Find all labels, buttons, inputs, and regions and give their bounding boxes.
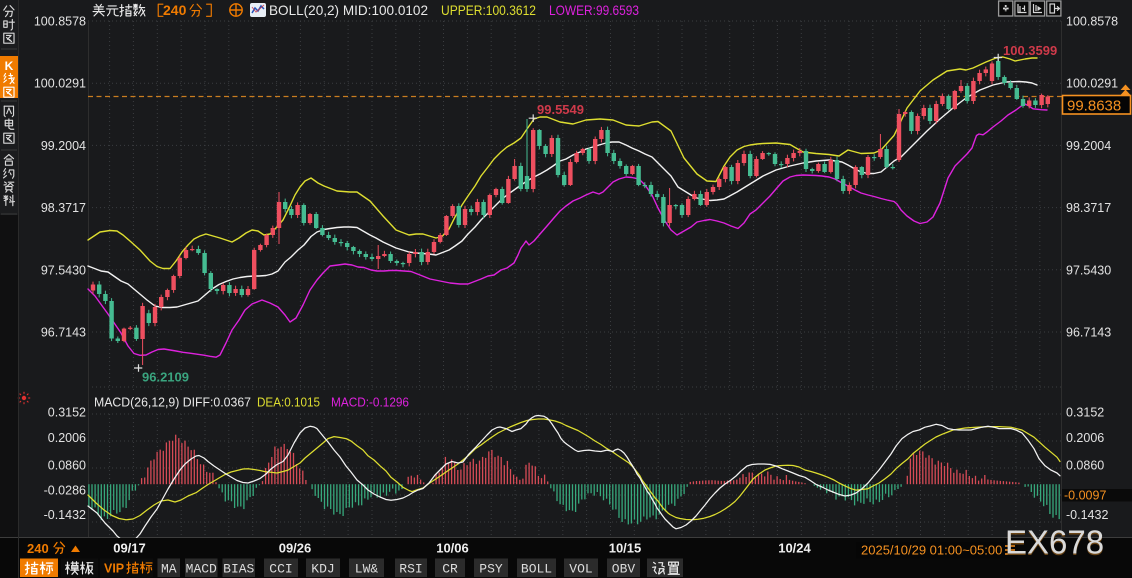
svg-text:99.5549: 99.5549 bbox=[537, 102, 584, 117]
svg-text:96.7143: 96.7143 bbox=[41, 326, 86, 340]
svg-text:MA: MA bbox=[161, 562, 177, 577]
svg-text:-0.0286: -0.0286 bbox=[44, 484, 86, 498]
svg-text:100.8578: 100.8578 bbox=[1066, 15, 1118, 29]
svg-text:LOWER:99.6593: LOWER:99.6593 bbox=[549, 2, 639, 18]
svg-text:K: K bbox=[5, 59, 14, 73]
svg-text:RSI: RSI bbox=[399, 562, 422, 577]
svg-text:09/17: 09/17 bbox=[113, 541, 146, 556]
svg-text:-0.0097: -0.0097 bbox=[1064, 489, 1106, 503]
svg-text:10/24: 10/24 bbox=[778, 541, 811, 556]
svg-text:100.0291: 100.0291 bbox=[34, 77, 86, 91]
svg-text:0.2006: 0.2006 bbox=[48, 431, 86, 445]
svg-text:100.8578: 100.8578 bbox=[34, 15, 86, 29]
svg-text:OBV: OBV bbox=[612, 562, 636, 577]
svg-text:97.5430: 97.5430 bbox=[1066, 263, 1111, 277]
svg-text:MACD: MACD bbox=[186, 562, 217, 577]
svg-text:100.0291: 100.0291 bbox=[1066, 77, 1118, 91]
svg-text:0.0860: 0.0860 bbox=[48, 459, 86, 473]
svg-text:MACD(26,12,9) DIFF:0.0367: MACD(26,12,9) DIFF:0.0367 bbox=[94, 395, 251, 410]
svg-text:0.3152: 0.3152 bbox=[48, 406, 86, 420]
svg-text:99.2004: 99.2004 bbox=[1066, 139, 1111, 153]
svg-text:0.2006: 0.2006 bbox=[1066, 431, 1104, 445]
svg-text:-0.1432: -0.1432 bbox=[1066, 508, 1108, 522]
svg-text:96.2109: 96.2109 bbox=[142, 370, 189, 385]
svg-text:BOLL: BOLL bbox=[521, 562, 552, 577]
svg-text:-0.1432: -0.1432 bbox=[44, 508, 86, 522]
svg-text:CR: CR bbox=[442, 562, 458, 577]
svg-text:PSY: PSY bbox=[479, 562, 503, 577]
svg-text:96.7143: 96.7143 bbox=[1066, 326, 1111, 340]
svg-text:09/26: 09/26 bbox=[279, 541, 312, 556]
svg-text:VOL: VOL bbox=[569, 562, 592, 577]
svg-text:0.0860: 0.0860 bbox=[1066, 459, 1104, 473]
svg-text:10/15: 10/15 bbox=[609, 541, 642, 556]
svg-text:98.3717: 98.3717 bbox=[1066, 201, 1111, 215]
svg-text:98.3717: 98.3717 bbox=[41, 201, 86, 215]
svg-text:BIAS: BIAS bbox=[223, 562, 254, 577]
svg-text:CCI: CCI bbox=[269, 562, 292, 577]
svg-text:10/06: 10/06 bbox=[436, 541, 469, 556]
svg-text:240: 240 bbox=[163, 2, 187, 18]
svg-text:KDJ: KDJ bbox=[311, 562, 334, 577]
svg-text:VIP: VIP bbox=[104, 562, 124, 576]
svg-text:99.8638: 99.8638 bbox=[1067, 98, 1121, 115]
svg-text:97.5430: 97.5430 bbox=[41, 263, 86, 277]
svg-text:100.3599: 100.3599 bbox=[1003, 43, 1057, 58]
svg-text:LW&: LW& bbox=[355, 562, 379, 577]
svg-text:2025/10/29 01:00~05:00: 2025/10/29 01:00~05:00 bbox=[861, 543, 1002, 558]
svg-text:EX678: EX678 bbox=[1005, 524, 1104, 561]
svg-text:99.2004: 99.2004 bbox=[41, 139, 86, 153]
svg-text:BOLL(20,2) MID:100.0102: BOLL(20,2) MID:100.0102 bbox=[269, 2, 428, 18]
svg-text:240: 240 bbox=[27, 541, 49, 556]
svg-text:MACD:-0.1296: MACD:-0.1296 bbox=[331, 395, 409, 410]
svg-text:0.3152: 0.3152 bbox=[1066, 406, 1104, 420]
svg-text:UPPER:100.3612: UPPER:100.3612 bbox=[441, 2, 536, 18]
svg-text:DEA:0.1015: DEA:0.1015 bbox=[257, 395, 320, 410]
